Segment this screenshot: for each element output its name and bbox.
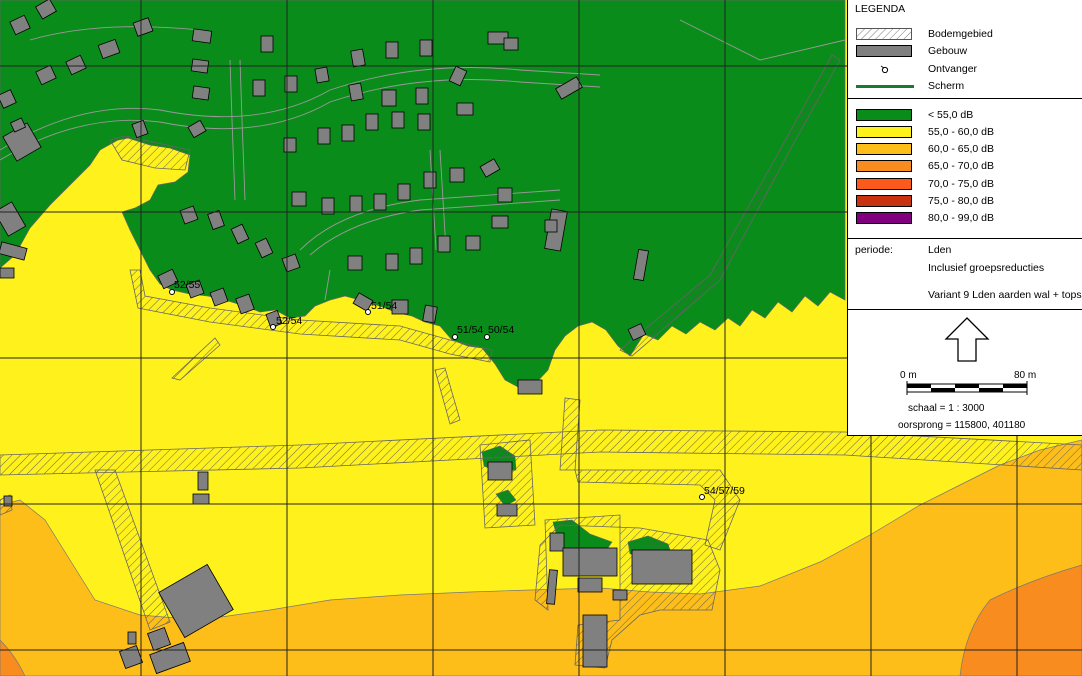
- legend-divider: [848, 98, 1082, 99]
- legend-symbol-building: Gebouw: [848, 43, 1082, 60]
- legend-class-label: 60,0 - 65,0 dB: [928, 143, 994, 155]
- legend-class-label: 80,0 - 99,0 dB: [928, 212, 994, 224]
- legend-class-3: 60,0 - 65,0 dB: [848, 141, 1082, 158]
- building-swatch-icon: [856, 45, 912, 57]
- scale-ratio: schaal = 1 : 3000: [908, 403, 985, 414]
- legend-symbol-label: Scherm: [928, 80, 965, 92]
- legend-symbol-screen: Scherm: [848, 78, 1082, 95]
- color-swatch: [856, 160, 912, 172]
- origin-coordinates: oorsprong = 115800, 401180: [898, 420, 1026, 431]
- color-swatch: [856, 195, 912, 207]
- receiver-label: 52/55: [174, 279, 200, 291]
- color-swatch: [856, 126, 912, 138]
- legend-divider: [848, 238, 1082, 239]
- screen-line-icon: [856, 85, 914, 88]
- legend-symbol-ground-area: Bodemgebied: [848, 26, 1082, 43]
- receiver-label: 50/54: [488, 324, 514, 336]
- color-swatch: [856, 212, 912, 224]
- color-swatch: [856, 178, 912, 190]
- receiver-icon: [880, 65, 889, 74]
- legend-symbol-label: Bodemgebied: [928, 28, 993, 40]
- receiver-icon[interactable]: [270, 324, 276, 330]
- legend-class-label: < 55,0 dB: [928, 109, 974, 121]
- legend-class-1: < 55,0 dB: [848, 107, 1082, 124]
- legend-symbol-label: Ontvanger: [928, 63, 978, 75]
- receiver-label: 54/57/59: [704, 485, 745, 497]
- legend-title: LEGENDA: [855, 3, 906, 15]
- legend-class-4: 65,0 - 70,0 dB: [848, 158, 1082, 175]
- receiver-label: 52/54: [276, 315, 302, 327]
- receiver-label: 51/54: [457, 324, 483, 336]
- legend-class-7: 80,0 - 99,0 dB: [848, 210, 1082, 227]
- legend-class-label: 75,0 - 80,0 dB: [928, 195, 994, 207]
- legend-class-5: 70,0 - 75,0 dB: [848, 176, 1082, 193]
- legend-class-label: 70,0 - 75,0 dB: [928, 178, 994, 190]
- scalebar-end-label: 80 m: [1014, 370, 1037, 381]
- legend-symbol-label: Gebouw: [928, 45, 968, 57]
- period-value: Lden: [928, 244, 952, 256]
- receiver-icon[interactable]: [365, 309, 371, 315]
- legend-class-label: 65,0 - 70,0 dB: [928, 160, 994, 172]
- scalebar-icon: [906, 381, 1028, 395]
- legend-divider: [848, 309, 1082, 310]
- hatch-swatch-icon: [856, 28, 912, 40]
- variant-label: Variant 9 Lden aarden wal + tops: [928, 289, 1082, 301]
- north-arrow-icon: [944, 317, 990, 362]
- legend-class-label: 55,0 - 60,0 dB: [928, 126, 994, 138]
- color-swatch: [856, 143, 912, 155]
- scalebar-start-label: 0 m: [900, 370, 917, 381]
- legend-class-6: 75,0 - 80,0 dB: [848, 193, 1082, 210]
- legend-panel: LEGENDA Bodemgebied Gebouw Ontvanger Sch…: [847, 0, 1082, 436]
- period-label: periode:: [855, 244, 893, 256]
- color-swatch: [856, 109, 912, 121]
- period-note: Inclusief groepsreducties: [928, 262, 1045, 274]
- receiver-label: 51/54: [371, 300, 397, 312]
- legend-class-2: 55,0 - 60,0 dB: [848, 124, 1082, 141]
- legend-symbol-receiver: Ontvanger: [848, 61, 1082, 78]
